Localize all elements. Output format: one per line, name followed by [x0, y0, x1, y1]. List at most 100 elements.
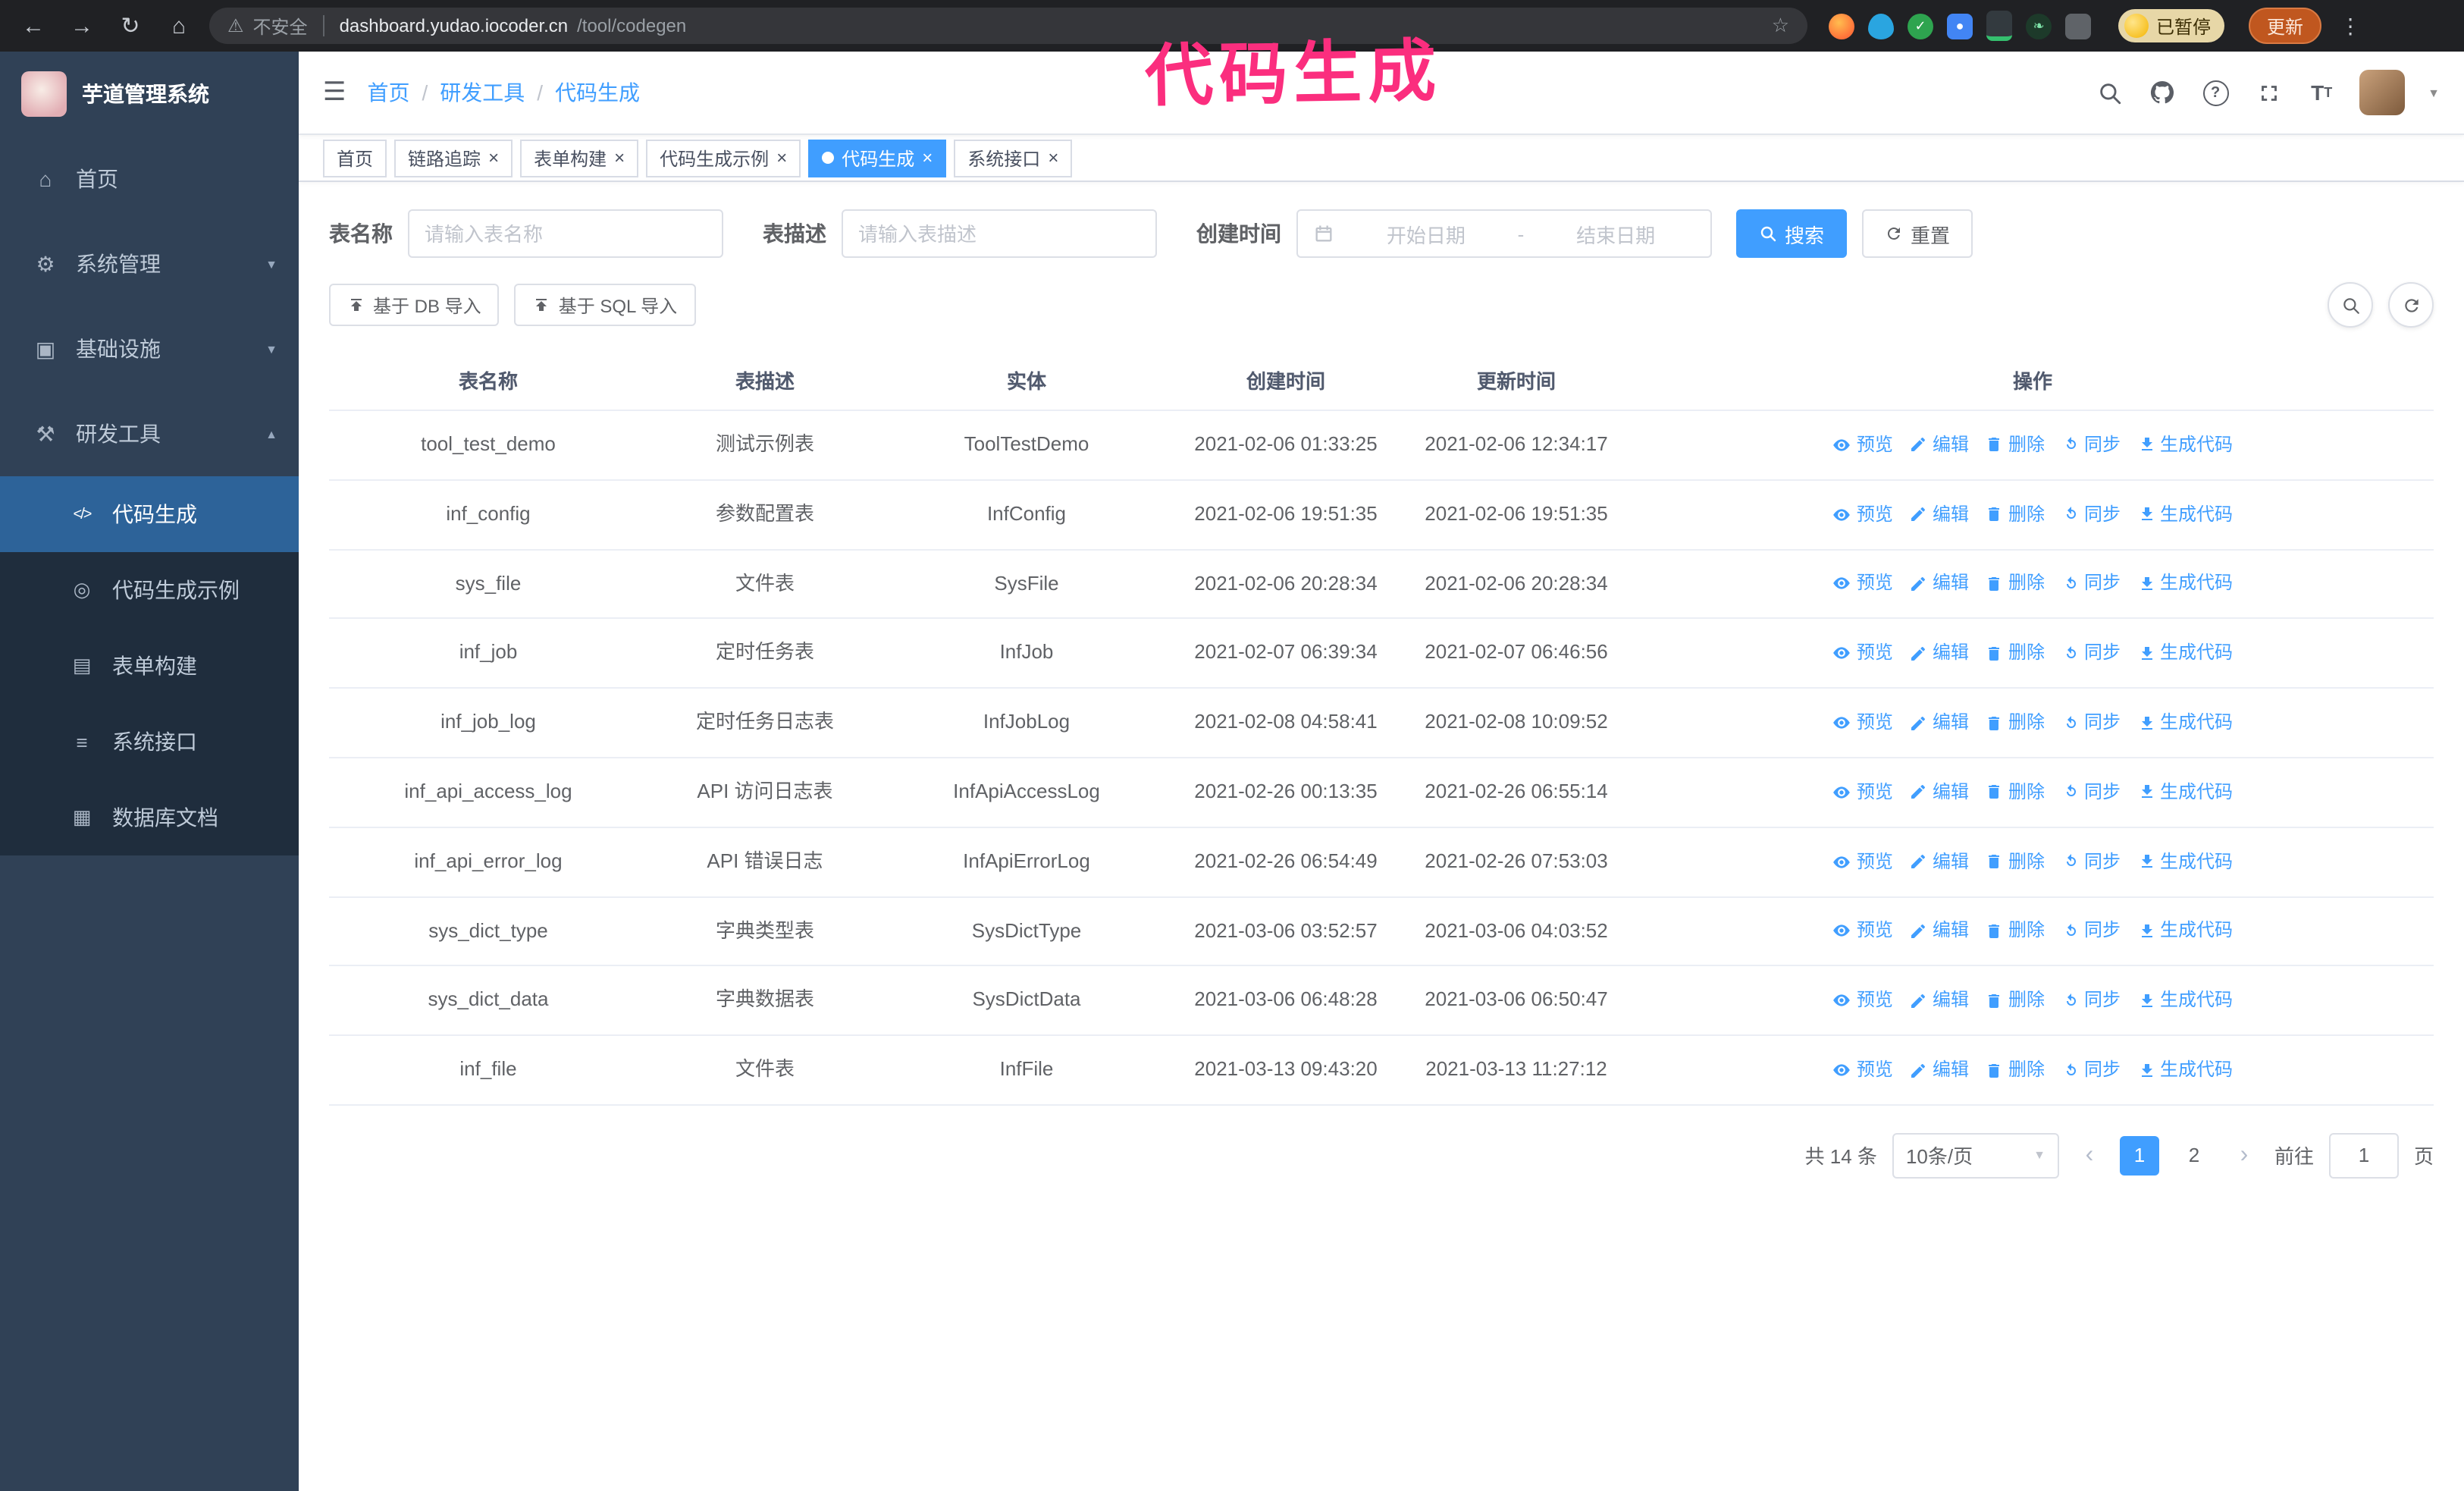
tab-close-icon[interactable]: × [488, 149, 499, 167]
delete-link[interactable]: 删除 [1986, 570, 2045, 598]
logo-row[interactable]: 芋道管理系统 [0, 52, 299, 137]
generate-code-link[interactable]: 生成代码 [2137, 708, 2233, 737]
table-name-input[interactable] [408, 209, 723, 258]
font-size-icon[interactable]: TT [2306, 77, 2337, 108]
generate-code-link[interactable]: 生成代码 [2137, 1056, 2233, 1085]
search-button[interactable]: 搜索 [1736, 209, 1848, 258]
sync-link[interactable]: 同步 [2061, 500, 2121, 529]
tab-close-icon[interactable]: × [614, 149, 625, 167]
extension-droplet-icon[interactable] [1868, 13, 1894, 39]
tab[interactable]: 代码生成示例 × [646, 139, 801, 177]
help-icon[interactable]: ? [2200, 77, 2230, 108]
sync-link[interactable]: 同步 [2061, 708, 2121, 737]
preview-link[interactable]: 预览 [1832, 708, 1893, 737]
tab-close-icon[interactable]: × [1048, 149, 1058, 167]
tab[interactable]: 代码生成 × [808, 139, 947, 177]
page-number[interactable]: 1 [2119, 1135, 2159, 1176]
fullscreen-icon[interactable] [2253, 77, 2284, 108]
edit-link[interactable]: 编辑 [1910, 431, 1969, 460]
extension-leaf-icon[interactable]: ❧ [2026, 13, 2052, 39]
sync-link[interactable]: 同步 [2061, 847, 2121, 876]
sync-link[interactable]: 同步 [2061, 986, 2121, 1015]
delete-link[interactable]: 删除 [1986, 847, 2045, 876]
page-size-select[interactable]: 10条/页 ▼ [1892, 1132, 2059, 1179]
table-desc-input[interactable] [842, 209, 1157, 258]
edit-link[interactable]: 编辑 [1910, 917, 1969, 946]
toggle-search-button[interactable] [2328, 282, 2373, 328]
sync-link[interactable]: 同步 [2061, 778, 2121, 807]
delete-link[interactable]: 删除 [1986, 1056, 2045, 1085]
preview-link[interactable]: 预览 [1832, 986, 1893, 1015]
delete-link[interactable]: 删除 [1986, 500, 2045, 529]
preview-link[interactable]: 预览 [1832, 778, 1893, 807]
preview-link[interactable]: 预览 [1832, 431, 1893, 460]
search-icon[interactable] [2094, 77, 2124, 108]
sync-link[interactable]: 同步 [2061, 917, 2121, 946]
sidebar-item-form-builder[interactable]: ▤ 表单构建 [0, 628, 299, 704]
delete-link[interactable]: 删除 [1986, 708, 2045, 737]
edit-link[interactable]: 编辑 [1910, 986, 1969, 1015]
breadcrumb-home[interactable]: 首页 [368, 77, 410, 108]
import-sql-button[interactable]: 基于 SQL 导入 [514, 284, 696, 326]
edit-link[interactable]: 编辑 [1910, 500, 1969, 529]
preview-link[interactable]: 预览 [1832, 570, 1893, 598]
preview-link[interactable]: 预览 [1832, 847, 1893, 876]
tab[interactable]: 链路追踪 × [394, 139, 513, 177]
browser-home-icon[interactable]: ⌂ [161, 8, 197, 44]
sync-link[interactable]: 同步 [2061, 570, 2121, 598]
extension-fox-icon[interactable] [1829, 13, 1854, 39]
sidebar-item-system-api[interactable]: ≡ 系统接口 [0, 704, 299, 780]
sidebar-item-codegen[interactable]: </> 代码生成 [0, 476, 299, 552]
preview-link[interactable]: 预览 [1832, 917, 1893, 946]
delete-link[interactable]: 删除 [1986, 431, 2045, 460]
tab[interactable]: 表单构建 × [520, 139, 639, 177]
generate-code-link[interactable]: 生成代码 [2137, 778, 2233, 807]
sidebar-item-devtools[interactable]: ⚒ 研发工具 ▲ [0, 391, 299, 476]
sidebar-item-system[interactable]: ⚙ 系统管理 ▼ [0, 221, 299, 306]
chrome-update-button[interactable]: 更新 [2249, 8, 2322, 44]
tab-close-icon[interactable]: × [776, 149, 787, 167]
generate-code-link[interactable]: 生成代码 [2137, 431, 2233, 460]
github-icon[interactable] [2147, 77, 2177, 108]
delete-link[interactable]: 删除 [1986, 639, 2045, 667]
next-page-icon[interactable]: › [2229, 1142, 2259, 1169]
generate-code-link[interactable]: 生成代码 [2137, 986, 2233, 1015]
preview-link[interactable]: 预览 [1832, 500, 1893, 529]
tab-close-icon[interactable]: × [922, 149, 933, 167]
generate-code-link[interactable]: 生成代码 [2137, 917, 2233, 946]
address-bar[interactable]: ⚠ 不安全 dashboard.yudao.iocoder.cn/tool/co… [209, 8, 1807, 44]
sync-link[interactable]: 同步 [2061, 1056, 2121, 1085]
user-avatar[interactable] [2359, 70, 2406, 115]
extension-people-icon[interactable]: ● [1947, 13, 1973, 39]
generate-code-link[interactable]: 生成代码 [2137, 500, 2233, 529]
generate-code-link[interactable]: 生成代码 [2137, 639, 2233, 667]
sidebar-item-infrastructure[interactable]: ▣ 基础设施 ▼ [0, 306, 299, 391]
import-db-button[interactable]: 基于 DB 导入 [329, 284, 500, 326]
edit-link[interactable]: 编辑 [1910, 847, 1969, 876]
refresh-table-button[interactable] [2388, 282, 2434, 328]
sidebar-collapse-icon[interactable]: ☰ [323, 77, 346, 108]
tab[interactable]: 系统接口 × [954, 139, 1073, 177]
page-number[interactable]: 2 [2174, 1136, 2214, 1176]
edit-link[interactable]: 编辑 [1910, 708, 1969, 737]
extension-check-icon[interactable]: ✓ [1908, 13, 1933, 39]
breadcrumb-devtools[interactable]: 研发工具 [440, 77, 525, 108]
preview-link[interactable]: 预览 [1832, 639, 1893, 667]
chrome-menu-icon[interactable]: ⋮ [2340, 13, 2361, 39]
sidebar-item-home[interactable]: ⌂ 首页 [0, 137, 299, 221]
browser-forward-icon[interactable]: → [64, 8, 100, 44]
extension-chart-icon[interactable] [1986, 11, 2012, 41]
sync-link[interactable]: 同步 [2061, 639, 2121, 667]
goto-page-input[interactable] [2328, 1132, 2399, 1179]
reset-button[interactable]: 重置 [1862, 209, 1973, 258]
extensions-puzzle-icon[interactable] [2065, 13, 2091, 39]
generate-code-link[interactable]: 生成代码 [2137, 847, 2233, 876]
edit-link[interactable]: 编辑 [1910, 778, 1969, 807]
edit-link[interactable]: 编辑 [1910, 1056, 1969, 1085]
generate-code-link[interactable]: 生成代码 [2137, 570, 2233, 598]
profile-paused-chip[interactable]: 已暂停 [2118, 9, 2225, 42]
tab[interactable]: 首页 [323, 139, 387, 177]
browser-reload-icon[interactable]: ↻ [112, 8, 149, 44]
delete-link[interactable]: 删除 [1986, 917, 2045, 946]
edit-link[interactable]: 编辑 [1910, 570, 1969, 598]
